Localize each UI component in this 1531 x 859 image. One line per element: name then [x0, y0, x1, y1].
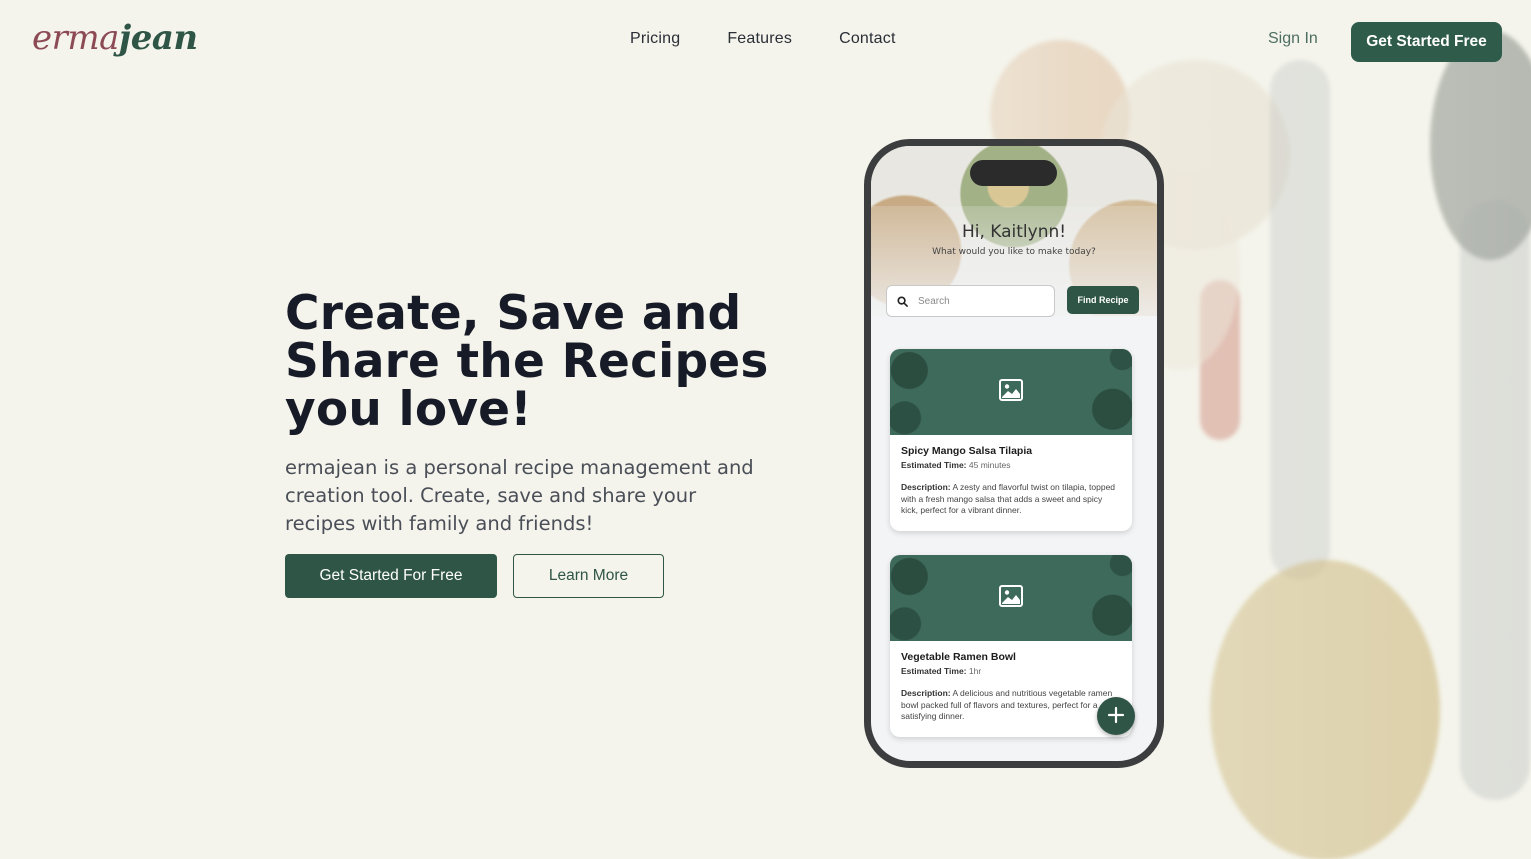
phone-greeting-subtitle: What would you like to make today? — [932, 247, 1096, 257]
recipe-card[interactable]: Vegetable Ramen Bowl Estimated Time: 1hr… — [890, 555, 1132, 737]
recipe-description: Description: A zesty and flavorful twist… — [901, 482, 1116, 515]
nav-link-pricing[interactable]: Pricing — [630, 30, 680, 48]
find-recipe-button[interactable]: Find Recipe — [1067, 286, 1139, 314]
hero-subtitle: ermajean is a personal recipe management… — [285, 456, 754, 535]
recipe-title: Spicy Mango Salsa Tilapia — [901, 445, 1033, 457]
recipe-time: Estimated Time: 45 minutes — [901, 460, 1011, 470]
learn-more-button[interactable]: Learn More — [513, 554, 664, 598]
logo-part-jean: jean — [118, 18, 198, 58]
recipe-time: Estimated Time: 1hr — [901, 666, 982, 676]
search-icon — [897, 292, 908, 311]
search-placeholder: Search — [918, 295, 950, 307]
phone-search-input[interactable]: Search — [886, 285, 1055, 317]
phone-greeting: Hi, Kaitlynn! — [961, 222, 1067, 242]
image-placeholder-icon — [999, 585, 1023, 611]
image-placeholder-icon — [999, 379, 1023, 405]
logo[interactable]: ermajean — [32, 16, 198, 60]
recipe-card-image — [890, 555, 1132, 641]
get-started-free-button[interactable]: Get Started Free — [1351, 22, 1502, 62]
recipe-card-image — [890, 349, 1132, 435]
phone-dynamic-island — [970, 160, 1057, 186]
recipe-card[interactable]: Spicy Mango Salsa Tilapia Estimated Time… — [890, 349, 1132, 531]
get-started-for-free-button[interactable]: Get Started For Free — [285, 554, 497, 598]
plus-icon — [1107, 706, 1125, 727]
phone-mockup: Hi, Kaitlynn! What would you like to mak… — [864, 139, 1164, 768]
main-nav: Pricing Features Contact — [630, 30, 896, 48]
hero-title: Create, Save and Share the Recipes you l… — [285, 286, 769, 437]
sign-in-link[interactable]: Sign In — [1268, 30, 1318, 48]
nav-link-contact[interactable]: Contact — [839, 30, 896, 48]
logo-part-erma: erma — [32, 18, 119, 58]
add-recipe-button[interactable] — [1097, 697, 1135, 735]
nav-link-features[interactable]: Features — [727, 30, 792, 48]
recipe-description: Description: A delicious and nutritious … — [901, 688, 1113, 721]
recipe-title: Vegetable Ramen Bowl — [901, 651, 1016, 663]
